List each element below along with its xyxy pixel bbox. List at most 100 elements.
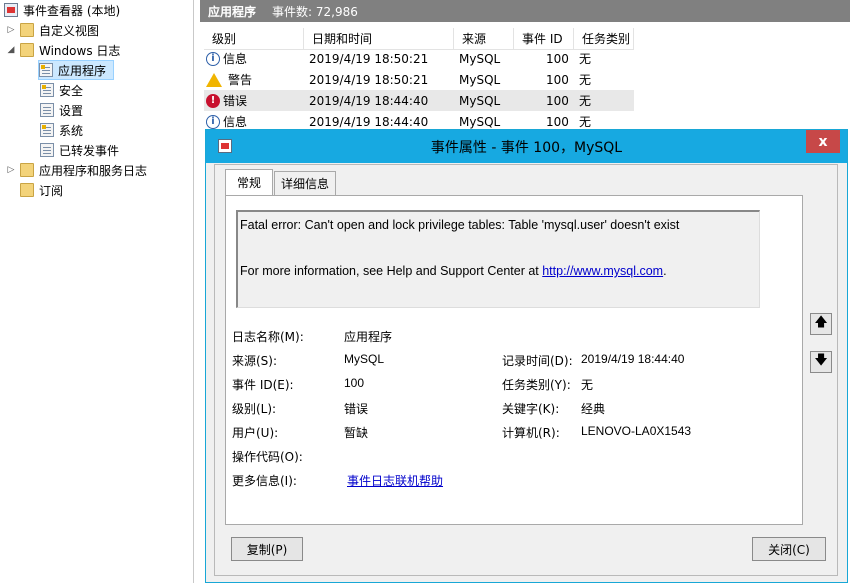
tree-item-security[interactable]: 安全	[40, 80, 83, 100]
computer-label: 计算机(R):	[502, 426, 560, 440]
log-name-value: 应用程序	[344, 330, 393, 344]
task-cell: 无	[579, 73, 592, 87]
event-id-label: 事件 ID(E):	[232, 378, 294, 392]
tree-item-label: 设置	[59, 103, 84, 118]
tree-item-label: 订阅	[39, 183, 64, 198]
tree-item-windows-logs[interactable]: ◢ Windows 日志	[6, 40, 120, 60]
source-cell: MySQL	[459, 72, 501, 87]
dialog-titlebar[interactable]: 事件属性 - 事件 100，MySQL x	[206, 130, 847, 163]
collapse-arrow-icon[interactable]: ◢	[6, 45, 16, 55]
dialog-title: 事件属性 - 事件 100，MySQL	[430, 139, 623, 156]
close-icon[interactable]: x	[806, 130, 840, 153]
previous-event-button[interactable]: 🡅	[810, 313, 832, 335]
tree-root-label: 事件查看器 (本地)	[23, 3, 121, 18]
tree-item-label: 系统	[59, 123, 84, 138]
dialog-body: 常规 详细信息 Fatal error: Can't open and lock…	[214, 164, 838, 576]
folder-icon	[20, 163, 34, 177]
folder-icon	[20, 23, 34, 37]
column-header-source[interactable]: 来源	[454, 28, 514, 50]
error-icon: !	[206, 93, 220, 108]
table-row[interactable]: 警告 2019/4/19 18:50:21 MySQL 100 无	[204, 69, 634, 90]
table-row-selected[interactable]: ! 错误 2019/4/19 18:44:40 MySQL 100 无	[204, 90, 634, 111]
warning-icon	[206, 72, 222, 87]
logged-label: 记录时间(D):	[502, 354, 573, 368]
event-id-cell: 100	[546, 93, 569, 108]
log-header: 应用程序 事件数: 72,986	[200, 0, 850, 22]
datetime-cell: 2019/4/19 18:50:21	[309, 51, 429, 66]
tree-item-label: 已转发事件	[59, 143, 120, 158]
tree-item-app-service-logs[interactable]: ▷ 应用程序和服务日志	[6, 160, 147, 180]
level-cell: 警告	[228, 73, 253, 87]
level-cell: 信息	[223, 115, 248, 129]
subscription-icon	[20, 183, 34, 197]
event-properties-dialog: 事件属性 - 事件 100，MySQL x 常规 详细信息 Fatal erro…	[205, 129, 848, 583]
tree-item-label: 应用程序	[58, 63, 107, 78]
keywords-label: 关键字(K):	[502, 402, 560, 416]
source-cell: MySQL	[459, 93, 501, 108]
log-icon	[40, 103, 54, 117]
general-tab-panel: Fatal error: Can't open and lock privile…	[225, 195, 803, 525]
expand-arrow-icon[interactable]: ▷	[6, 25, 16, 35]
source-cell: MySQL	[459, 51, 501, 66]
level-value: 错误	[344, 402, 369, 416]
task-cell: 无	[579, 94, 592, 108]
info-icon: i	[206, 51, 220, 66]
more-info-label: 更多信息(I):	[232, 474, 297, 488]
tree-item-custom-views[interactable]: ▷ 自定义视图	[6, 20, 99, 40]
tree-item-label: 自定义视图	[39, 23, 100, 38]
column-header-event-id[interactable]: 事件 ID	[514, 28, 574, 50]
tree-item-forwarded-events[interactable]: 已转发事件	[40, 140, 119, 160]
message-help-line: For more information, see Help and Suppo…	[240, 264, 667, 278]
tree-item-subscriptions[interactable]: 订阅	[20, 180, 63, 200]
log-icon	[40, 143, 54, 157]
column-header-datetime[interactable]: 日期和时间	[304, 28, 454, 50]
tree-item-label: Windows 日志	[39, 43, 121, 58]
level-label: 级别(L):	[232, 402, 277, 416]
tree-item-setup[interactable]: 设置	[40, 100, 83, 120]
event-viewer-icon	[4, 3, 18, 17]
tree-item-label: 应用程序和服务日志	[39, 163, 148, 178]
column-header-level[interactable]: 级别	[204, 28, 304, 50]
source-value: MySQL	[344, 352, 385, 366]
datetime-cell: 2019/4/19 18:50:21	[309, 72, 429, 87]
user-label: 用户(U):	[232, 426, 279, 440]
tab-details[interactable]: 详细信息	[274, 171, 336, 195]
event-id-cell: 100	[546, 72, 569, 87]
keywords-value: 经典	[581, 402, 606, 416]
close-button[interactable]: 关闭(C)	[752, 537, 826, 561]
task-category-label: 任务类别(Y):	[502, 378, 571, 392]
folder-icon	[20, 43, 34, 57]
task-cell: 无	[579, 52, 592, 66]
datetime-cell: 2019/4/19 18:44:40	[309, 93, 429, 108]
opcode-label: 操作代码(O):	[232, 450, 303, 464]
user-value: 暂缺	[344, 426, 369, 440]
log-icon	[40, 83, 54, 97]
event-count: 事件数: 72,986	[272, 4, 358, 19]
message-text: Fatal error: Can't open and lock privile…	[240, 218, 680, 232]
table-row[interactable]: i 信息 2019/4/19 18:50:21 MySQL 100 无	[204, 48, 634, 69]
navigation-tree: 事件查看器 (本地) ▷ 自定义视图 ◢ Windows 日志 应用程序 安全 …	[0, 0, 194, 583]
expand-arrow-icon[interactable]: ▷	[6, 165, 16, 175]
online-help-link[interactable]: 事件日志联机帮助	[347, 472, 443, 489]
log-title: 应用程序	[208, 4, 257, 19]
log-icon	[39, 63, 53, 77]
next-event-button[interactable]: 🡇	[810, 351, 832, 373]
event-id-value: 100	[344, 376, 365, 390]
computer-value: LENOVO-LA0X1543	[581, 424, 692, 438]
mysql-link[interactable]: http://www.mysql.com	[542, 264, 663, 278]
message-help-suffix: .	[663, 264, 667, 278]
event-list: 级别 日期和时间 来源 事件 ID 任务类别 i 信息 2019/4/19 18:…	[200, 24, 850, 134]
tab-general[interactable]: 常规	[225, 169, 273, 195]
task-category-value: 无	[581, 378, 594, 392]
tree-item-application[interactable]: 应用程序	[38, 60, 114, 80]
tree-root[interactable]: 事件查看器 (本地)	[4, 0, 120, 20]
tree-item-system[interactable]: 系统	[40, 120, 83, 140]
event-message-box[interactable]: Fatal error: Can't open and lock privile…	[236, 210, 760, 308]
column-header-task[interactable]: 任务类别	[574, 28, 634, 50]
copy-button[interactable]: 复制(P)	[231, 537, 303, 561]
message-help-text: For more information, see Help and Suppo…	[240, 264, 543, 278]
log-icon	[40, 123, 54, 137]
event-id-cell: 100	[546, 51, 569, 66]
logged-value: 2019/4/19 18:44:40	[581, 352, 685, 366]
level-cell: 信息	[223, 52, 248, 66]
